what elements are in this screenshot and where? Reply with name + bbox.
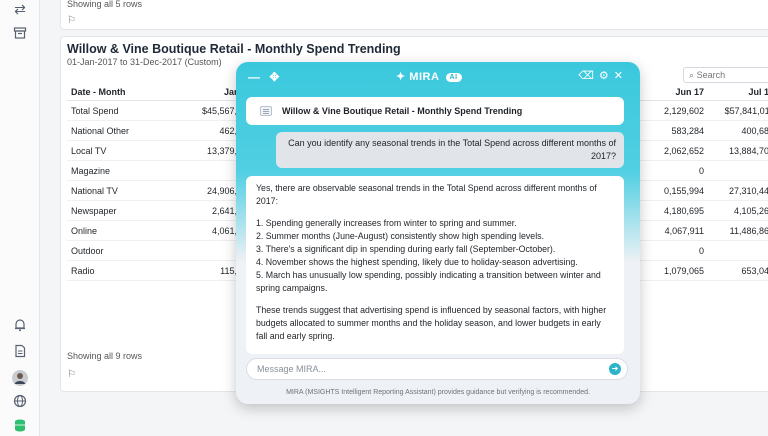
search-placeholder: Search <box>696 70 726 80</box>
row-label: Outdoor <box>71 246 104 256</box>
cell-jun: 2,062,652 <box>663 146 704 156</box>
cell-jul: 653,047 <box>741 266 768 276</box>
cell-jun: 0,155,994 <box>663 186 704 196</box>
answer-point: 1. Spending generally increases from win… <box>256 218 517 228</box>
referenced-report-title: Willow & Vine Boutique Retail - Monthly … <box>282 106 523 116</box>
cell-jul: 400,680 <box>741 126 768 136</box>
flag-icon[interactable]: ⚐ <box>67 369 76 380</box>
report-title: Willow & Vine Boutique Retail - Monthly … <box>67 42 401 56</box>
cell-jul: 13,884,709 <box>728 146 768 156</box>
row-label: Magazine <box>71 166 111 176</box>
answer-point: 3. There's a significant dip in spending… <box>256 244 556 254</box>
row-label: Radio <box>71 266 95 276</box>
row-label: National Other <box>71 126 130 136</box>
cell-jun: 2,129,602 <box>663 106 704 116</box>
move-icon[interactable]: ✥ <box>269 70 279 84</box>
cell-jul: 0 <box>712 161 768 181</box>
row-label: Online <box>71 226 98 236</box>
message-placeholder: Message MIRA... <box>257 364 327 374</box>
answer-intro: Yes, there are observable seasonal trend… <box>256 183 597 206</box>
database-icon[interactable] <box>11 418 29 436</box>
column-header-date-month[interactable]: Date - Month <box>71 83 126 101</box>
mira-chat-panel: — ✥ ✦ MIRA AI ⌫⚙✕ Willow & Vine Boutique… <box>236 62 640 404</box>
answer-conclusion: These trends suggest that advertising sp… <box>256 305 607 341</box>
cell-jul: 4,105,264 <box>733 206 768 216</box>
rows-count-note: Showing all 5 rows <box>67 0 143 9</box>
row-label: National TV <box>71 186 118 196</box>
row-label: Newspaper <box>71 206 117 216</box>
column-header-jul[interactable]: Jul 17 <box>712 83 768 101</box>
user-question-bubble: Can you identify any seasonal trends in … <box>276 132 624 168</box>
search-icon: ⌕ <box>689 70 695 80</box>
cell-jul: 0 <box>712 241 768 261</box>
globe-icon[interactable] <box>11 394 29 412</box>
message-input[interactable]: Message MIRA... ➜ <box>246 358 628 380</box>
report-date-range: 01-Jan-2017 to 31-Dec-2017 (Custom) <box>67 57 222 67</box>
mira-title: ✦ MIRA AI <box>396 70 462 83</box>
send-icon[interactable]: ➜ <box>609 363 621 375</box>
mira-window-controls: — ✥ <box>248 70 279 84</box>
sparkle-icon: ✦ <box>396 71 406 83</box>
user-avatar[interactable] <box>11 370 29 388</box>
gear-icon[interactable]: ⚙ <box>599 70 614 82</box>
cell-jun: 4,067,911 <box>664 226 704 236</box>
cell-jun: 1,079,065 <box>663 266 704 276</box>
answer-point: 2. Summer months (June-August) consisten… <box>256 231 544 241</box>
row-label: Local TV <box>71 146 107 156</box>
mira-header: — ✥ ✦ MIRA AI ⌫⚙✕ <box>236 62 640 94</box>
minimize-icon[interactable]: — <box>248 70 260 84</box>
swap-icon[interactable]: ⇄ <box>11 0 29 18</box>
archive-icon[interactable] <box>11 26 29 44</box>
flag-icon[interactable]: ⚐ <box>67 15 76 26</box>
ai-badge: AI <box>445 72 462 82</box>
mira-disclaimer: MIRA (MSIGHTS Intelligent Reporting Assi… <box>286 389 590 396</box>
row-label: Total Spend <box>71 106 119 116</box>
assistant-answer-bubble: Yes, there are observable seasonal trend… <box>246 176 624 354</box>
cell-jun: 0 <box>698 166 704 176</box>
search-input[interactable]: ⌕ Search <box>683 67 768 83</box>
close-icon[interactable]: ✕ <box>614 70 628 82</box>
cell-jul: 27,310,449 <box>728 186 768 196</box>
answer-point: 4. November shows the highest spending, … <box>256 257 578 267</box>
cell-jul: 11,486,862 <box>729 226 768 236</box>
column-header-jun[interactable]: Jun 17 <box>642 83 704 101</box>
document-icon[interactable] <box>11 344 29 362</box>
cell-jun: 583,284 <box>671 126 704 136</box>
previous-report-card: Showing all 5 rows ⚐ <box>60 0 768 30</box>
eraser-icon[interactable]: ⌫ <box>578 70 599 82</box>
cell-jul: $57,841,011 <box>724 106 768 116</box>
answer-points: 1. Spending generally increases from win… <box>256 217 614 295</box>
cell-jun: 4,180,695 <box>663 206 704 216</box>
answer-point: 5. March has unusually low spending, pos… <box>256 270 601 293</box>
mira-title-text: MIRA <box>409 71 439 83</box>
mira-header-actions: ⌫⚙✕ <box>578 69 628 82</box>
sidebar: ⇄ <box>0 0 40 436</box>
cell-jun: 0 <box>698 246 704 256</box>
bell-icon[interactable] <box>11 318 29 336</box>
referenced-report[interactable]: Willow & Vine Boutique Retail - Monthly … <box>246 97 624 125</box>
rows-count-note: Showing all 9 rows <box>67 351 143 361</box>
report-icon <box>260 106 272 116</box>
